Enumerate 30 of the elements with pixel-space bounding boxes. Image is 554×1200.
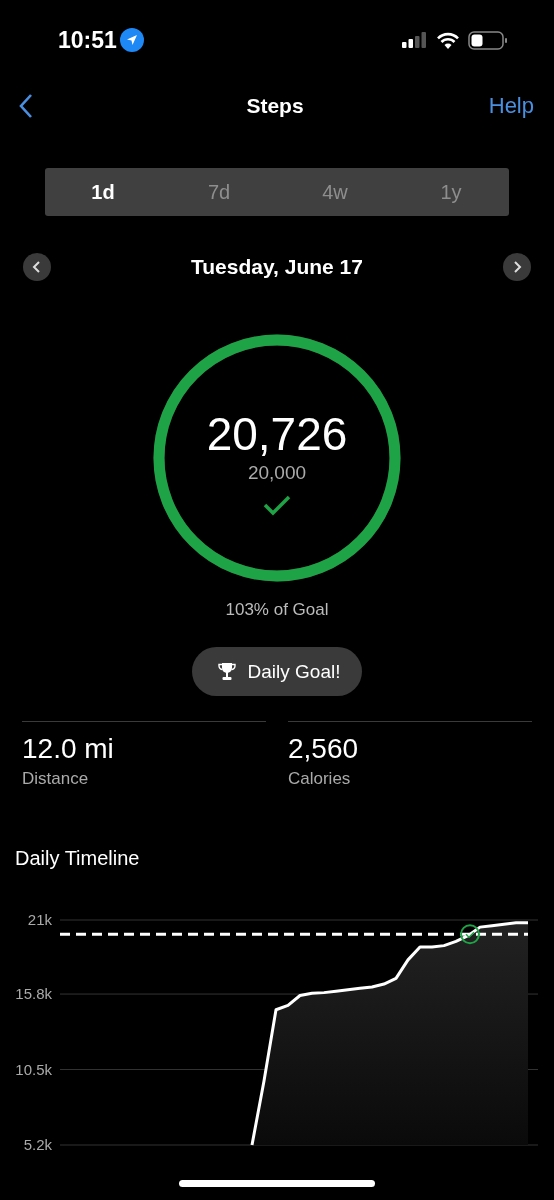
step-goal: 20,000 [247, 462, 307, 484]
date-label: Tuesday, June 17 [191, 255, 363, 279]
step-count: 20,726 [206, 408, 348, 460]
badge-text: Daily Goal! [247, 660, 341, 683]
next-day-button[interactable] [503, 253, 531, 281]
screen-title: Steps [246, 94, 304, 118]
goal-check-icon [460, 924, 480, 945]
location-icon [119, 28, 144, 52]
axis-label: 10.5k [15, 1060, 52, 1078]
wifi-icon [436, 31, 460, 49]
signal-icon [402, 32, 428, 48]
back-chevron-icon [18, 93, 34, 119]
axis-label: 21k [27, 911, 52, 928]
previous-day-button[interactable] [23, 253, 51, 281]
chevron-right-icon [512, 260, 522, 274]
range-selector[interactable]: 1d 7d 4w 1y [45, 168, 509, 216]
status-time: 10:51 [58, 26, 117, 54]
goal-percent: 103% of Goal [225, 600, 329, 620]
stat-label: Distance [22, 769, 90, 789]
trophy-icon [217, 662, 236, 681]
stat-value: 12.0 mi [22, 734, 115, 764]
stat-label: Calories [288, 769, 352, 789]
chevron-left-icon [32, 260, 42, 274]
battery-icon [468, 30, 508, 50]
range-tab[interactable]: 1d [45, 168, 161, 216]
stat-value: 2,560 [288, 734, 360, 764]
section-title: Daily Timeline [15, 846, 140, 870]
axis-label: 15.8k [15, 985, 52, 1003]
help-button[interactable]: Help [488, 93, 534, 119]
axis-label: 5.2k [23, 1136, 52, 1153]
